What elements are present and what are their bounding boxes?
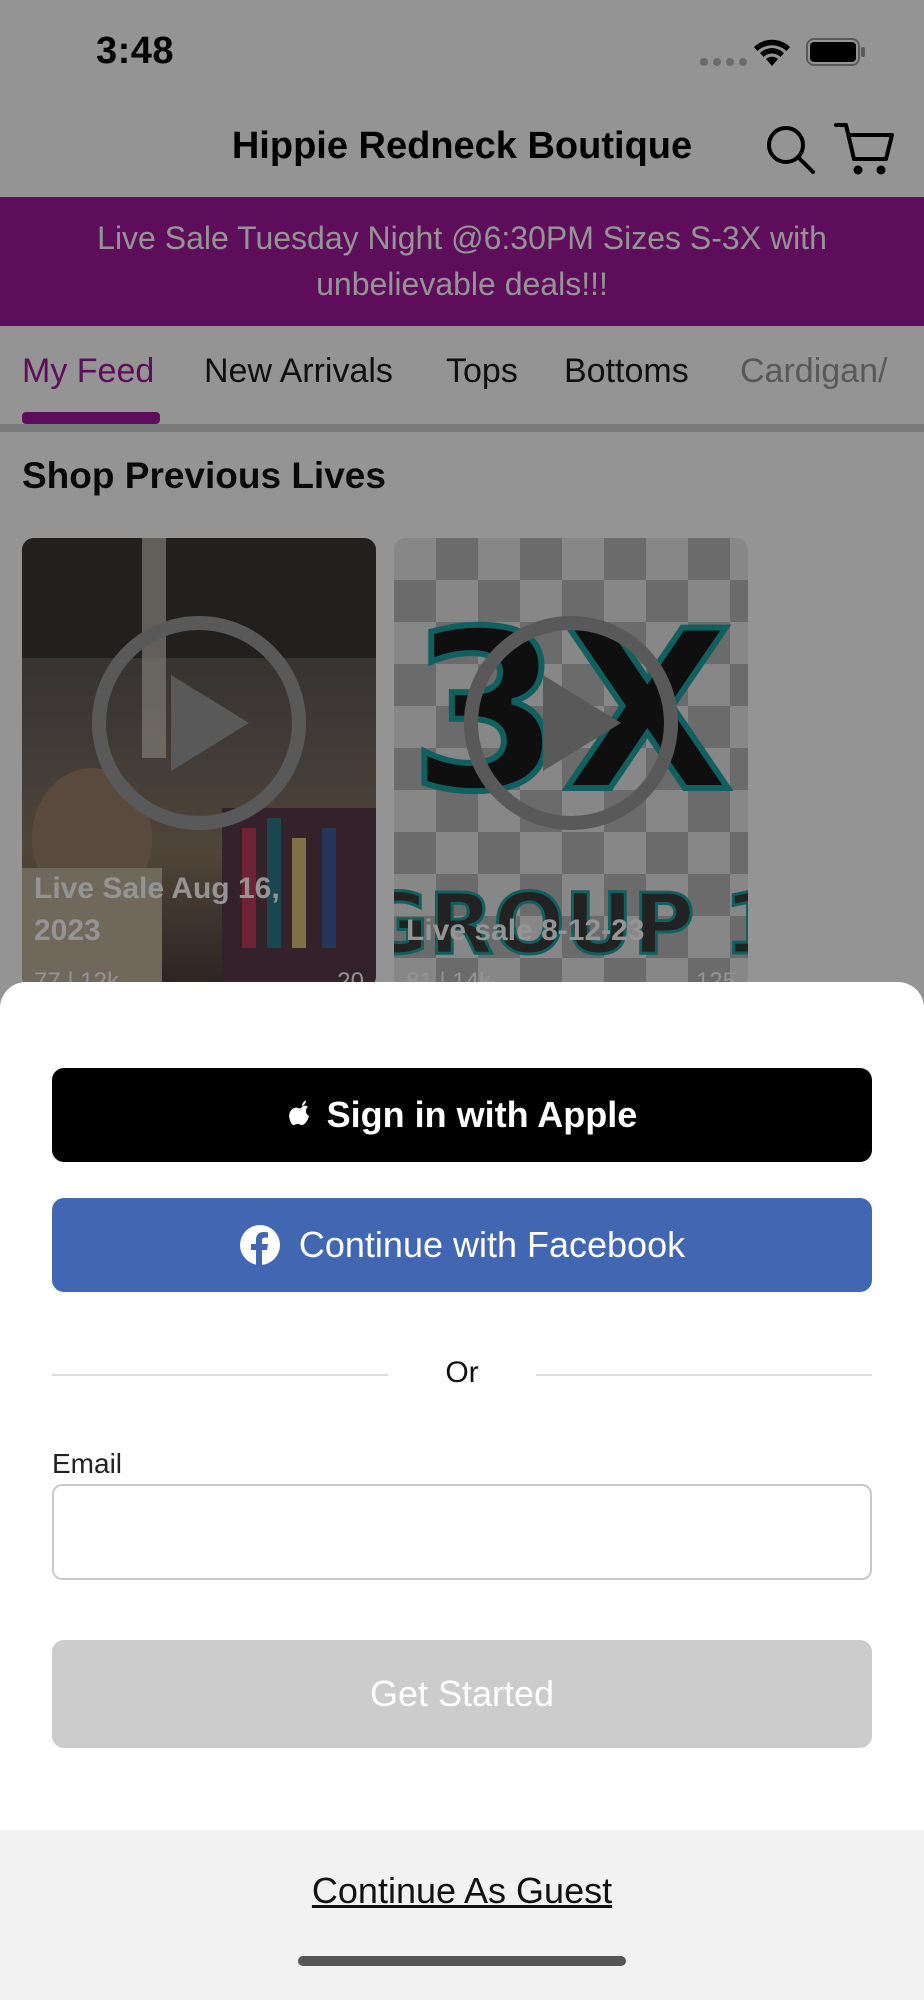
- divider-right: [536, 1374, 872, 1376]
- divider-left: [52, 1374, 388, 1376]
- guest-footer: Continue As Guest: [0, 1830, 924, 2000]
- sign-in-sheet: Sign in with Apple Continue with Faceboo…: [0, 982, 924, 2000]
- or-divider-text: Or: [445, 1356, 479, 1389]
- get-started-label: Get Started: [369, 1673, 555, 1714]
- email-label: Email: [52, 1448, 123, 1479]
- facebook-icon: [239, 1225, 280, 1265]
- continue-as-guest-link[interactable]: Continue As Guest: [0, 1870, 924, 1912]
- email-input[interactable]: [52, 1484, 872, 1580]
- apple-icon: [288, 1100, 309, 1125]
- apple-button-label: Sign in with Apple: [326, 1094, 638, 1135]
- screen: 3:48 Hippie Redneck Boutique Live Sale T…: [0, 0, 924, 2000]
- facebook-button-label: Continue with Facebook: [298, 1224, 686, 1265]
- sign-in-with-apple-button[interactable]: Sign in with Apple: [52, 1068, 872, 1162]
- get-started-button[interactable]: Get Started: [52, 1640, 872, 1748]
- home-indicator[interactable]: [298, 1956, 626, 1966]
- continue-with-facebook-button[interactable]: Continue with Facebook: [52, 1198, 872, 1292]
